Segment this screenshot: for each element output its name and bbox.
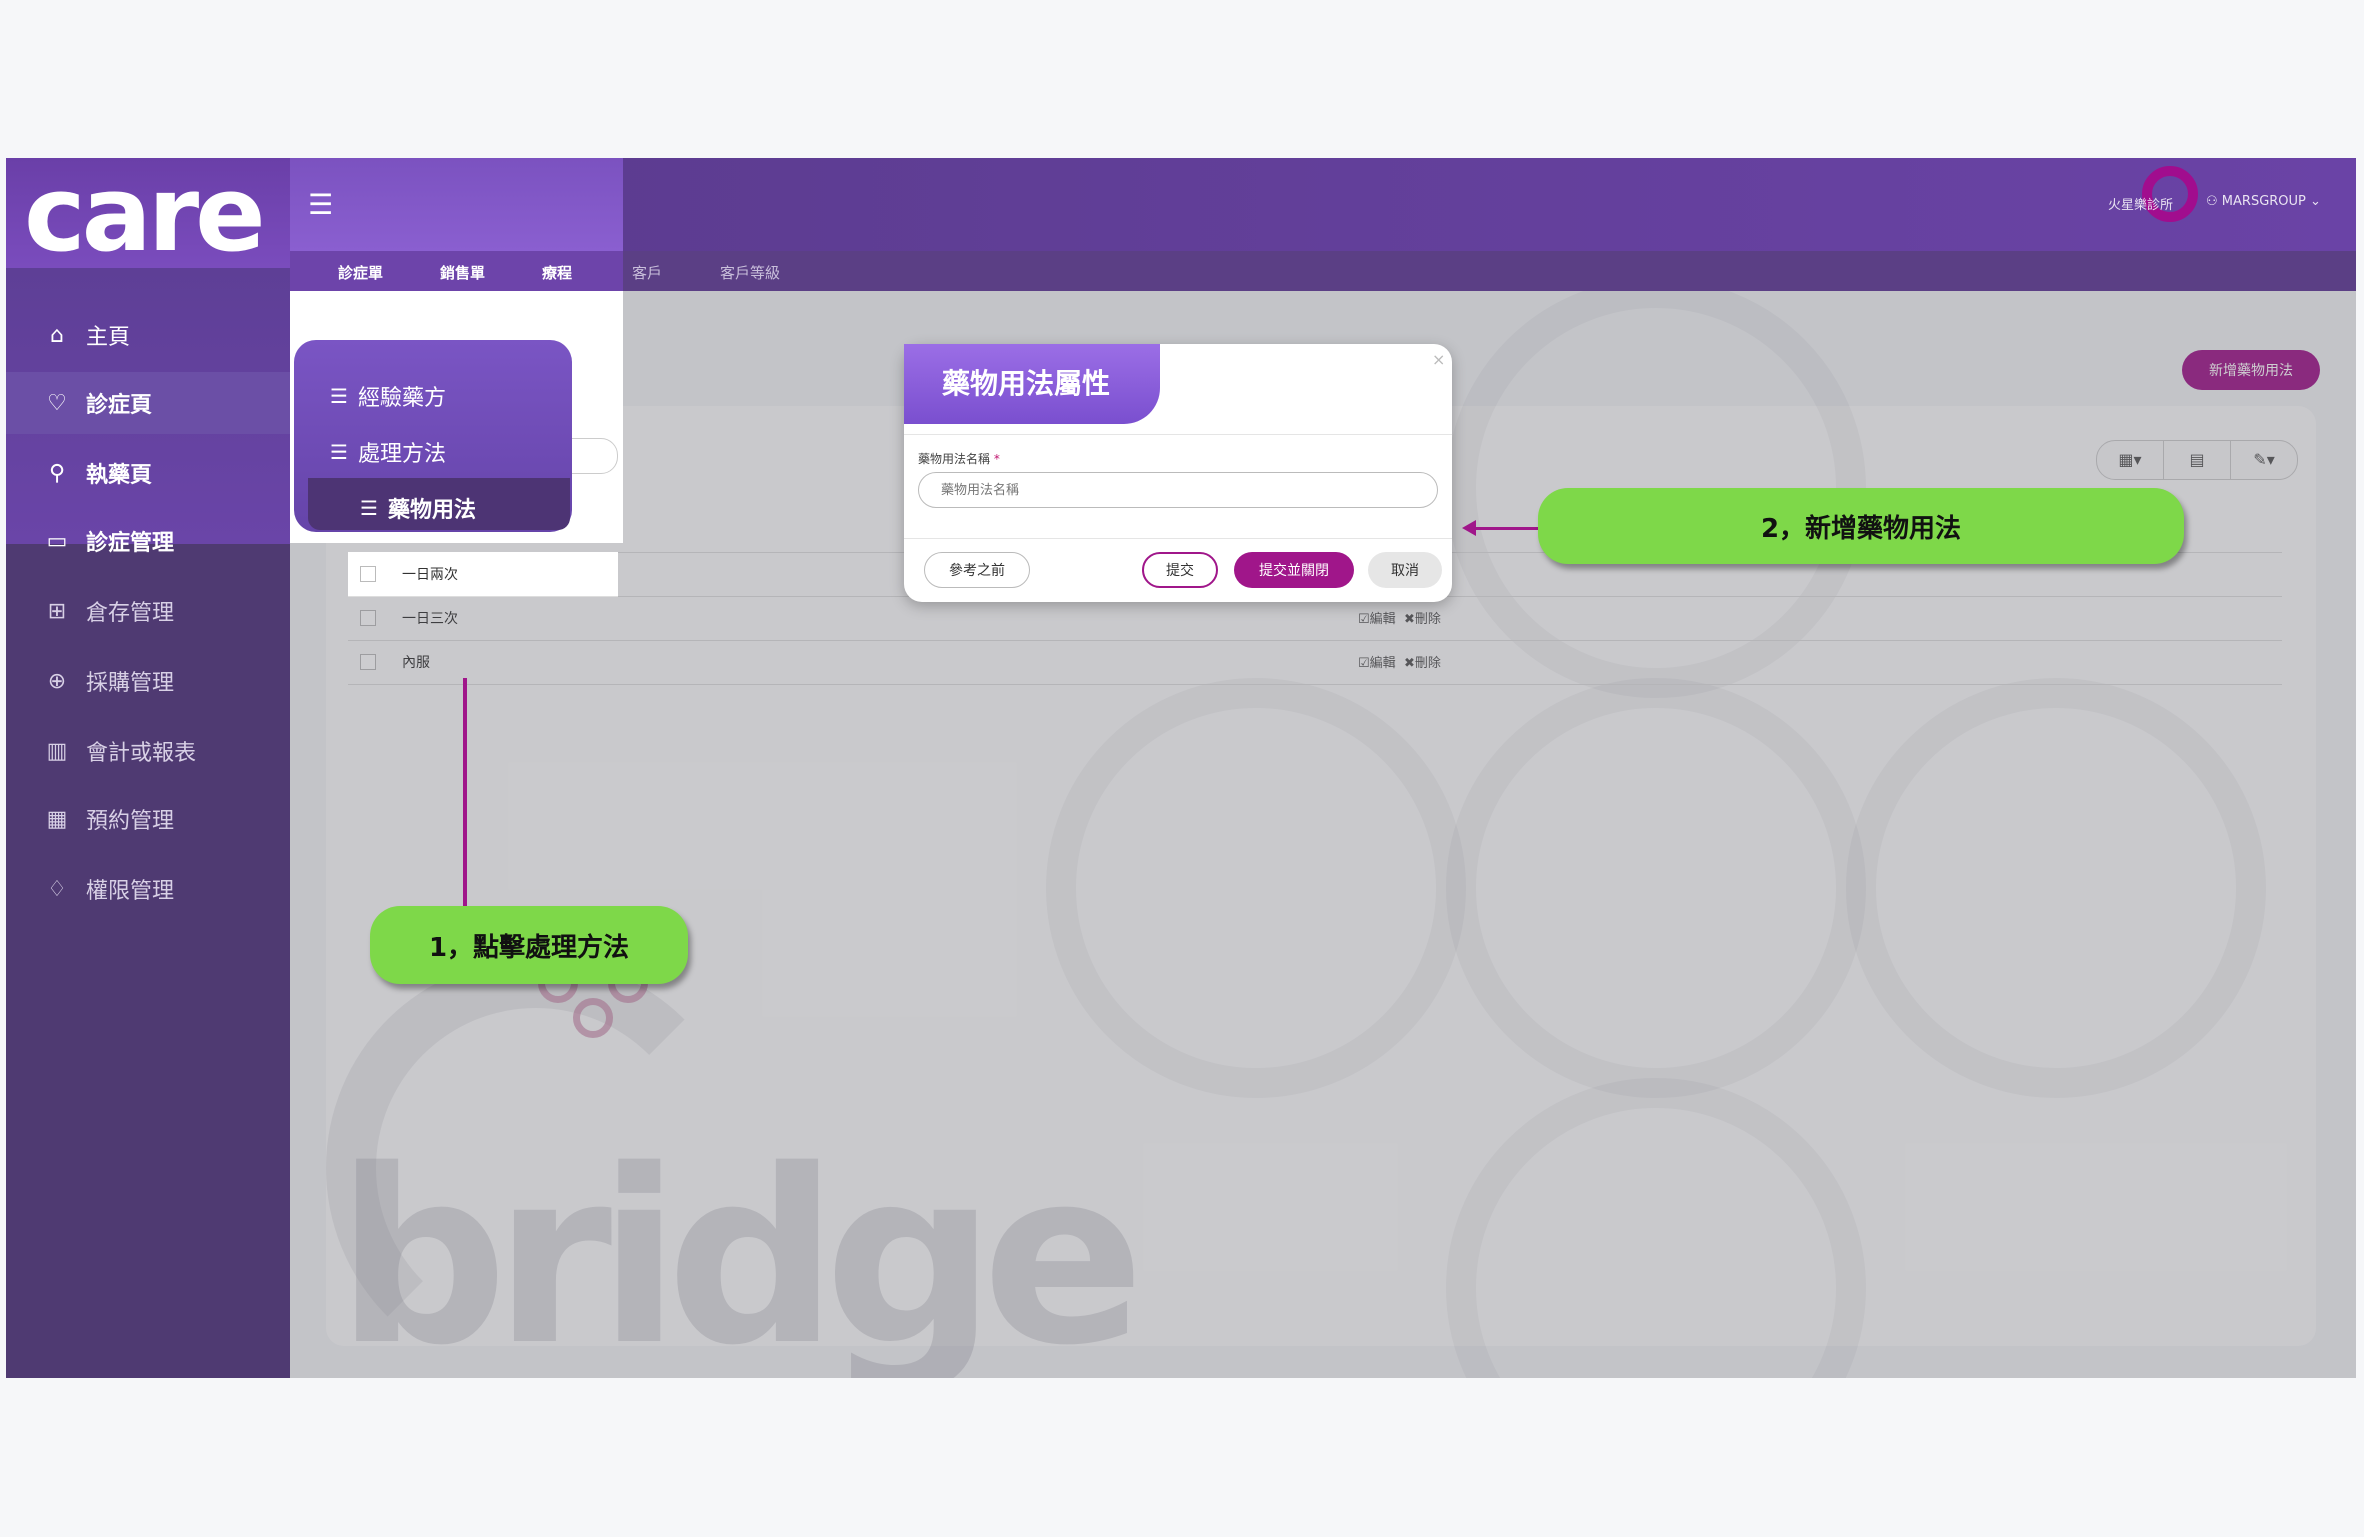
sidebar-item-label: 主頁 xyxy=(86,325,131,350)
submenu-item-experience[interactable]: ☰ 經驗藥方 xyxy=(330,380,446,412)
sidebar-item-5[interactable]: ⊕ 採購管理 xyxy=(6,650,290,712)
row-name: 一日兩次 xyxy=(402,567,458,583)
tab-2[interactable]: 療程 xyxy=(542,262,572,283)
submit-close-button[interactable]: 提交並關閉 xyxy=(1234,552,1354,588)
sidebar-item-0[interactable]: ⌂ 主頁 xyxy=(6,304,290,366)
submenu-item-usage[interactable]: ☰ 藥物用法 xyxy=(360,492,476,524)
user-icon: ⚇ xyxy=(2206,194,2222,209)
boxes-icon: ⊞ xyxy=(47,598,67,624)
logo-area: care xyxy=(6,158,290,268)
app-screen: bridge ▦▾ ▤ ✎▾ 操作 一日兩次☑編輯 ✖刪除一日三次☑編輯 ✖刪除… xyxy=(6,158,2356,1378)
sidebar: care ⌂ 主頁 ♡ 診症頁 ⚲ 執藥頁 ▭ 診症管理 ⊞ 倉存管理 ⊕ 採購管理 ▥ 會計或報表 ▦ 預約… xyxy=(6,158,290,1378)
list-icon: ☰ xyxy=(360,496,378,520)
sidebar-item-4[interactable]: ⊞ 倉存管理 xyxy=(6,580,290,642)
submenu-item-treatment[interactable]: ☰ 處理方法 xyxy=(330,436,446,468)
sidebar-item-label: 採購管理 xyxy=(86,671,175,696)
divider xyxy=(904,434,1452,435)
pestle-icon: ⚲ xyxy=(48,460,66,486)
home-icon: ⌂ xyxy=(50,322,64,348)
sidebar-item-6[interactable]: ▥ 會計或報表 xyxy=(6,720,290,782)
user-menu[interactable]: ⚇ MARSGROUP ⌄ xyxy=(2206,194,2321,209)
plus-circle-icon: ⊕ xyxy=(47,668,67,694)
tab-0[interactable]: 診症單 xyxy=(338,262,383,283)
sidebar-item-label: 診症頁 xyxy=(86,393,153,418)
tab-4[interactable]: 客戶等級 xyxy=(720,262,780,283)
arrow-left-icon xyxy=(1462,520,1476,536)
divider xyxy=(904,538,1452,539)
modal-title: 藥物用法屬性 xyxy=(904,344,1160,424)
bar-chart-icon: ▥ xyxy=(46,738,68,764)
reference-previous-button[interactable]: 參考之前 xyxy=(924,552,1030,588)
sidebar-item-label: 倉存管理 xyxy=(86,601,175,626)
submit-button[interactable]: 提交 xyxy=(1142,552,1218,588)
callout-connector xyxy=(1472,527,1542,530)
list-icon: ☰ xyxy=(330,440,348,464)
sidebar-item-label: 執藥頁 xyxy=(86,463,153,488)
table-row: 一日兩次 xyxy=(348,552,618,597)
heart-icon: ♡ xyxy=(47,390,67,416)
callout-step1: 1，點擊處理方法 xyxy=(370,906,688,984)
lightbulb-icon: ♢ xyxy=(47,876,67,902)
chevron-down-icon: ⌄ xyxy=(2305,194,2321,209)
tab-1[interactable]: 銷售單 xyxy=(440,262,485,283)
user-name: MARSGROUP xyxy=(2221,194,2306,209)
sidebar-item-label: 會計或報表 xyxy=(86,741,197,766)
usage-name-input[interactable] xyxy=(918,472,1438,508)
sidebar-item-3[interactable]: ▭ 診症管理 xyxy=(6,510,290,572)
logo: care xyxy=(24,158,266,275)
sidebar-item-label: 權限管理 xyxy=(86,879,175,904)
clinic-name: 火星樂診所 xyxy=(2108,198,2174,213)
sidebar-item-1[interactable]: ♡ 診症頁 xyxy=(6,372,290,434)
tab-3[interactable]: 客戶 xyxy=(632,262,662,283)
cancel-button[interactable]: 取消 xyxy=(1368,552,1442,588)
sidebar-item-7[interactable]: ▦ 預約管理 xyxy=(6,788,290,850)
list-icon: ☰ xyxy=(330,384,348,408)
callout-step2: 2，新增藥物用法 xyxy=(1538,488,2184,564)
row-checkbox[interactable] xyxy=(360,566,376,582)
callout-connector xyxy=(463,678,467,908)
card-icon: ▭ xyxy=(46,528,68,554)
top-bar-highlight xyxy=(290,158,623,251)
usage-name-label: 藥物用法名稱 * xyxy=(918,452,1000,466)
sidebar-item-2[interactable]: ⚲ 執藥頁 xyxy=(6,442,290,504)
calendar-icon: ▦ xyxy=(46,806,68,832)
sidebar-item-8[interactable]: ♢ 權限管理 xyxy=(6,858,290,920)
sidebar-item-label: 診症管理 xyxy=(86,531,175,556)
sidebar-item-label: 預約管理 xyxy=(86,809,175,834)
hamburger-icon[interactable]: ☰ xyxy=(308,188,333,221)
close-icon[interactable]: × xyxy=(1432,350,1445,369)
